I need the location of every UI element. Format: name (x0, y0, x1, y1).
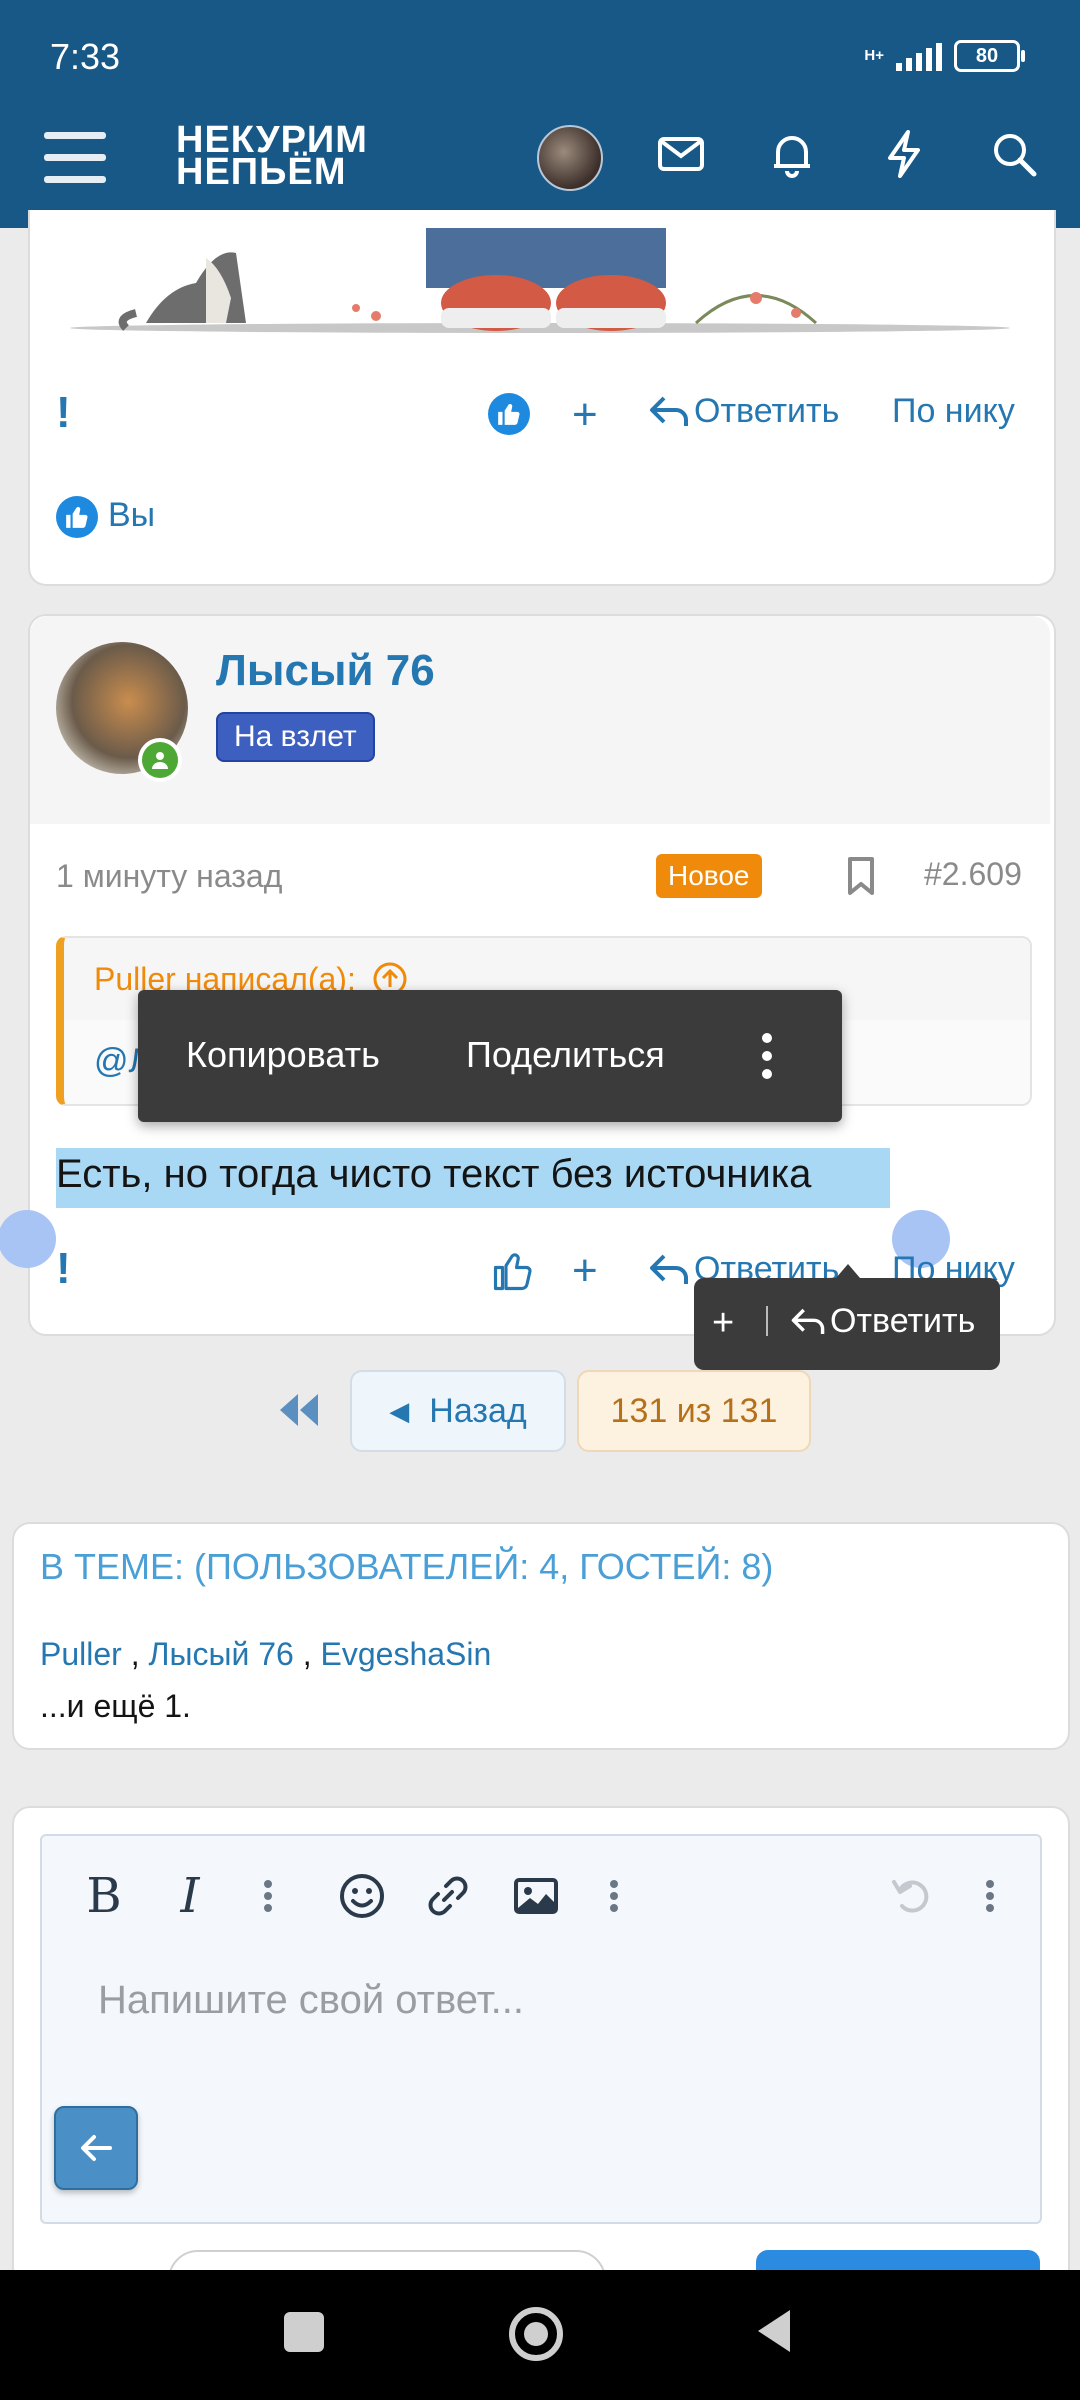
reaction-user[interactable]: Вы (108, 496, 155, 535)
post-number[interactable]: #2.609 (924, 856, 1022, 893)
arrow-left-icon (81, 2135, 112, 2161)
online-status-icon (138, 738, 182, 782)
lightning-icon[interactable] (878, 128, 930, 180)
status-indicators: H+ 80 (864, 36, 1025, 76)
current-page-indicator[interactable]: 131 из 131 (577, 1370, 811, 1452)
logo-line-2: НЕПЬЁМ (176, 151, 347, 193)
text-selection-menu: Копировать Поделиться (138, 990, 842, 1122)
report-icon[interactable]: ! (56, 388, 71, 438)
share-menu-item[interactable]: Поделиться (466, 1034, 665, 1076)
more-options-icon[interactable] (758, 1030, 776, 1082)
online-users-title: В ТЕМЕ: (ПОЛЬЗОВАТЕЛЕЙ: 4, ГОСТЕЙ: 8) (40, 1546, 774, 1587)
like-icon[interactable] (488, 393, 530, 435)
emoji-icon[interactable] (334, 1868, 390, 1924)
link-icon[interactable] (420, 1868, 476, 1924)
bookmark-icon[interactable] (846, 856, 876, 896)
user-avatar[interactable] (537, 125, 603, 191)
post-time[interactable]: 1 минуту назад (56, 858, 282, 895)
menu-pointer (836, 1264, 860, 1278)
back-icon[interactable] (752, 2306, 794, 2356)
more-text-options-icon[interactable] (240, 1868, 296, 1924)
mini-plus-button[interactable]: + (712, 1302, 734, 1345)
battery-level: 80 (975, 44, 999, 67)
italic-icon[interactable]: I (162, 1868, 218, 1924)
signal-icon (896, 41, 942, 71)
reply-icon (650, 1254, 688, 1284)
new-badge: Новое (656, 854, 762, 898)
plus-button[interactable]: + (572, 390, 598, 440)
reaction-like-icon (56, 496, 98, 538)
more-insert-options-icon[interactable] (586, 1868, 642, 1924)
network-type: H+ (864, 47, 884, 64)
online-user-link[interactable]: Puller (40, 1636, 122, 1672)
quote-selection-menu: + Ответить (694, 1264, 1000, 1370)
home-icon[interactable] (508, 2306, 564, 2362)
author-name[interactable]: Лысый 76 (216, 646, 435, 696)
collapse-editor-button[interactable] (54, 2106, 138, 2190)
post-body-text[interactable]: Есть, но тогда чисто текст без источника (56, 1152, 811, 1197)
caret-left-icon: ◀ (389, 1395, 410, 1426)
battery-icon: 80 (954, 40, 1025, 72)
bold-icon[interactable]: B (76, 1868, 132, 1924)
online-users-list: Puller , Лысый 76 , EvgeshaSin (40, 1636, 492, 1672)
undo-icon[interactable] (884, 1868, 940, 1924)
menu-divider (766, 1306, 768, 1336)
by-nick-button[interactable]: По нику (892, 392, 1015, 431)
author-rank-badge: На взлет (216, 712, 375, 762)
reply-icon (650, 396, 688, 426)
copy-menu-item[interactable]: Копировать (186, 1034, 380, 1076)
reply-button[interactable]: Ответить (648, 392, 839, 431)
online-more[interactable]: ...и ещё 1. (40, 1688, 191, 1725)
recent-apps-icon[interactable] (284, 2312, 324, 2352)
top-header (0, 0, 1080, 228)
site-logo[interactable]: НЕКУРИМ НЕПЬЁМ (176, 121, 368, 193)
selection-handle-start[interactable] (0, 1210, 56, 1268)
status-time: 7:33 (50, 36, 121, 77)
online-user-link[interactable]: EvgeshaSin (321, 1636, 492, 1672)
like-icon[interactable] (492, 1250, 534, 1292)
more-editor-options-icon[interactable] (962, 1868, 1018, 1924)
bell-icon[interactable] (766, 128, 818, 180)
report-icon[interactable]: ! (56, 1244, 71, 1294)
reply-input-placeholder[interactable]: Напишите свой ответ... (98, 1978, 524, 2023)
reply-icon (791, 1308, 825, 1334)
image-icon[interactable] (508, 1868, 564, 1924)
menu-icon[interactable] (44, 132, 106, 184)
mail-icon[interactable] (655, 128, 707, 180)
first-page-icon[interactable] (276, 1390, 322, 1430)
prev-page-button[interactable]: ◀ Назад (350, 1370, 566, 1452)
search-icon[interactable] (988, 128, 1040, 180)
online-user-link[interactable]: Лысый 76 (148, 1636, 293, 1672)
mini-reply-button[interactable]: Ответить (790, 1302, 975, 1341)
plus-button[interactable]: + (572, 1246, 598, 1296)
post-image-illustration (56, 228, 1024, 334)
